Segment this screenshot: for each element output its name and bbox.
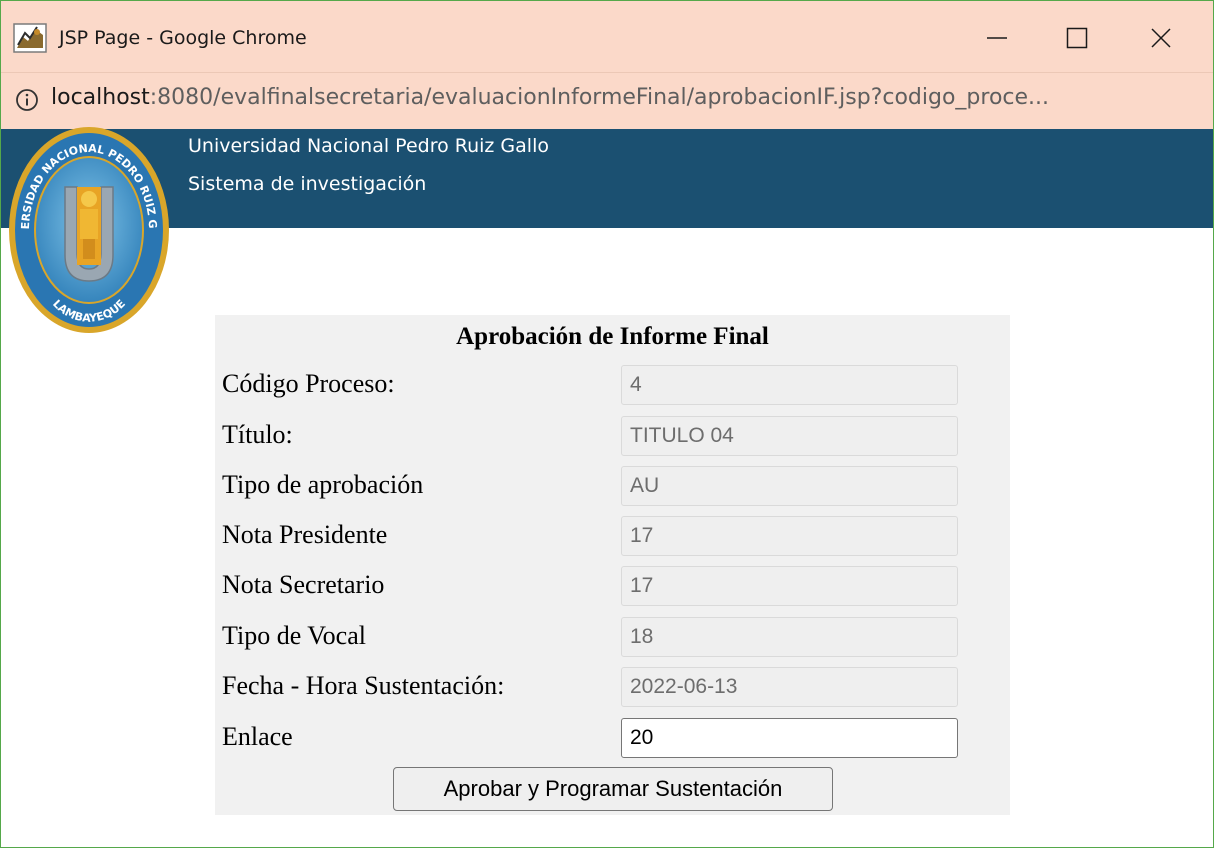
maximize-button[interactable] xyxy=(1047,15,1107,61)
input-nota-presidente[interactable] xyxy=(621,516,958,556)
url-path: :8080/evalfinalsecretaria/evaluacionInfo… xyxy=(149,85,1050,110)
university-name: Universidad Nacional Pedro Ruiz Gallo xyxy=(188,135,549,157)
input-nota-secretario[interactable] xyxy=(621,566,958,606)
label-enlace: Enlace xyxy=(222,722,293,751)
window-title: JSP Page - Google Chrome xyxy=(59,27,307,49)
url-host: localhost xyxy=(51,85,150,110)
university-logo: UNIVERSIDAD NACIONAL PEDRO RUIZ GALLO LA… xyxy=(7,125,169,333)
url-text[interactable]: localhost:8080/evalfinalsecretaria/evalu… xyxy=(51,85,1049,110)
close-icon xyxy=(1151,28,1171,48)
label-fecha-hora: Fecha - Hora Sustentación: xyxy=(222,671,505,700)
info-icon[interactable] xyxy=(15,88,39,112)
label-nota-presidente: Nota Presidente xyxy=(222,520,388,549)
label-titulo: Título: xyxy=(222,420,293,449)
input-fecha-hora[interactable] xyxy=(621,667,958,707)
maximize-icon xyxy=(1066,27,1088,49)
browser-window: JSP Page - Google Chrome localhost:8080/… xyxy=(0,0,1214,848)
label-tipo-aprobacion: Tipo de aprobación xyxy=(222,470,424,499)
label-nota-secretario: Nota Secretario xyxy=(222,570,385,599)
input-enlace[interactable] xyxy=(621,718,958,758)
minimize-icon xyxy=(987,37,1007,39)
minimize-button[interactable] xyxy=(967,15,1027,61)
input-codigo-proceso[interactable] xyxy=(621,365,958,405)
label-tipo-vocal: Tipo de Vocal xyxy=(222,621,366,650)
form-title: Aprobación de Informe Final xyxy=(456,323,769,350)
system-name: Sistema de investigación xyxy=(188,173,427,195)
input-tipo-aprobacion[interactable] xyxy=(621,466,958,506)
app-icon xyxy=(13,23,47,53)
input-tipo-vocal[interactable] xyxy=(621,617,958,657)
label-codigo-proceso: Código Proceso: xyxy=(222,369,395,398)
input-titulo[interactable] xyxy=(621,416,958,456)
header-banner xyxy=(1,129,1213,228)
close-button[interactable] xyxy=(1131,15,1191,61)
approve-schedule-button[interactable]: Aprobar y Programar Sustentación xyxy=(393,767,833,811)
